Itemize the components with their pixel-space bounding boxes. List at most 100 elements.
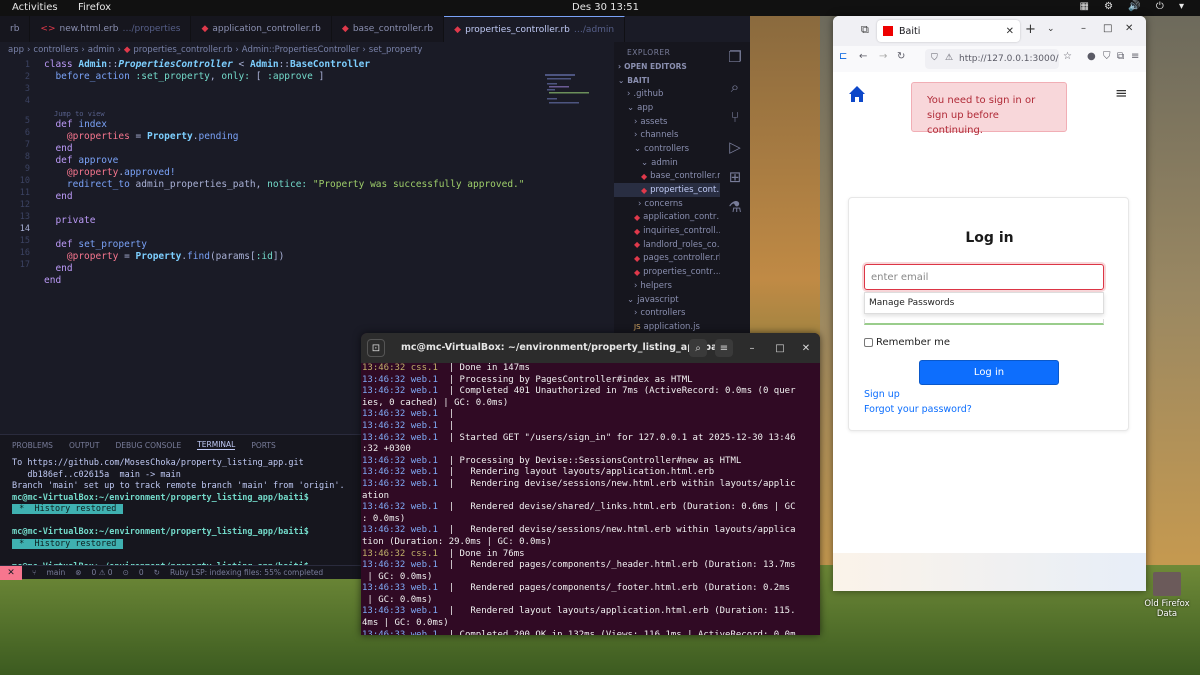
tree-item[interactable]: ⌄ app xyxy=(614,101,720,115)
terminal-output[interactable]: 13:46:32 css.1 | Done in 147ms 13:46:32 w… xyxy=(361,363,820,635)
browser-tab[interactable]: Baiti ✕ xyxy=(877,20,1020,42)
branch-name[interactable]: main xyxy=(47,568,66,577)
terminal-output-line: | GC: 0.0ms) xyxy=(362,595,820,607)
password-field[interactable] xyxy=(864,319,1104,325)
tab-output[interactable]: OUTPUT xyxy=(69,441,100,450)
search-icon[interactable]: ⌕ xyxy=(720,72,750,102)
tab-properties-controller[interactable]: ◆ properties_controller.rb …/admin xyxy=(444,16,626,42)
breadcrumb-item[interactable]: app xyxy=(8,45,24,55)
explorer-header: EXPLORER xyxy=(627,48,671,57)
minimap[interactable] xyxy=(545,74,605,114)
clock[interactable]: Des 30 13:51 xyxy=(572,2,639,13)
url-bar[interactable]: ⛉ ⚠ http://127.0.0.1:3000/ xyxy=(925,49,1059,69)
tree-item[interactable]: › .github xyxy=(614,87,720,101)
tree-item[interactable]: ◆ pages_controller.rb xyxy=(614,252,720,266)
remember-me[interactable]: Remember me xyxy=(864,337,950,348)
tree-item[interactable]: ◆ properties_contr… xyxy=(614,265,720,279)
active-app-label[interactable]: Firefox xyxy=(78,2,111,13)
terminal-output-line: 13:46:32 css.1 | Done in 76ms xyxy=(362,549,820,561)
tab-ports[interactable]: PORTS xyxy=(251,441,275,450)
forward-icon[interactable]: → xyxy=(879,51,887,62)
menu-icon[interactable]: ≡ xyxy=(1131,51,1139,62)
tree-item[interactable]: ◆ inquiries_controll… xyxy=(614,224,720,238)
testing-icon[interactable]: ⚗ xyxy=(720,192,750,222)
terminal-output-line: 13:46:33 web.1 | Rendered layout layouts… xyxy=(362,606,820,618)
tree-item[interactable]: › channels xyxy=(614,128,720,142)
desktop-folder[interactable]: Old Firefox Data xyxy=(1142,572,1192,619)
tree-item[interactable]: › concerns xyxy=(614,197,720,211)
ports-count[interactable]: 0 xyxy=(139,568,144,577)
tab-new-html-erb[interactable]: <> new.html.erb …/properties xyxy=(30,16,192,42)
breadcrumb-item[interactable]: set_property xyxy=(369,45,423,55)
activities-button[interactable]: Activities xyxy=(12,2,58,13)
minimize-icon[interactable]: – xyxy=(743,339,761,357)
new-tab-icon[interactable]: + xyxy=(1025,22,1036,37)
close-icon[interactable]: ✕ xyxy=(797,339,815,357)
extensions-icon[interactable]: ⊞ xyxy=(720,162,750,192)
autocomplete-manage-passwords[interactable]: Manage Passwords xyxy=(864,292,1104,314)
pocket-icon[interactable]: ⛉ xyxy=(1103,51,1111,62)
line-number: 10 xyxy=(19,176,30,186)
tree-item[interactable]: ◆ application_contr… xyxy=(614,211,720,225)
tree-item[interactable]: ◆ base_controller.rb xyxy=(614,170,720,184)
new-tab-icon[interactable]: ⊡ xyxy=(367,339,385,357)
extensions-icon[interactable]: ⧉ xyxy=(1117,51,1124,62)
email-field[interactable]: enter email xyxy=(864,264,1104,290)
login-button[interactable]: Log in xyxy=(919,360,1059,385)
lsp-status[interactable]: Ruby LSP: indexing files: 55% completed xyxy=(170,568,323,577)
ruby-file-icon: ◆ xyxy=(634,253,641,263)
back-icon[interactable]: ← xyxy=(859,51,867,62)
open-editors-section[interactable]: › OPEN EDITORS xyxy=(614,60,720,74)
code-lens-hint[interactable]: Jump to view xyxy=(54,110,105,118)
tree-item[interactable]: ⌄ controllers xyxy=(614,142,720,156)
hamburger-menu-icon[interactable]: ≡ xyxy=(1115,84,1128,102)
breadcrumb-item[interactable]: properties_controller.rb xyxy=(133,45,232,55)
tab-application-controller[interactable]: ◆ application_controller.rb xyxy=(191,16,332,42)
tree-item-selected[interactable]: ◆ properties_cont… xyxy=(614,183,720,197)
source-control-icon[interactable]: ⑂ xyxy=(720,102,750,132)
tab-problems[interactable]: PROBLEMS xyxy=(12,441,53,450)
log-text: ies, 0 cached) | GC: 0.0ms) xyxy=(362,397,509,408)
remember-checkbox[interactable] xyxy=(864,338,873,347)
tree-item[interactable]: ⌄ javascript xyxy=(614,293,720,307)
tab-overview-icon[interactable]: ⧉ xyxy=(861,23,869,37)
project-root[interactable]: ⌄ BAITI xyxy=(614,74,720,88)
menu-icon[interactable]: ≡ xyxy=(715,339,733,357)
tree-item[interactable]: JS application.js xyxy=(614,320,720,334)
close-window-icon[interactable]: ✕ xyxy=(1125,23,1133,34)
terminal-output-line: 13:46:32 web.1 | xyxy=(362,409,820,421)
tree-item[interactable]: › controllers xyxy=(614,306,720,320)
forgot-password-link[interactable]: Forgot your password? xyxy=(864,404,972,415)
minimize-icon[interactable]: – xyxy=(1081,23,1086,34)
line-number: 8 xyxy=(24,152,30,162)
reload-icon[interactable]: ↻ xyxy=(897,51,905,62)
tab-list-icon[interactable]: ⌄ xyxy=(1047,24,1055,34)
signup-link[interactable]: Sign up xyxy=(864,389,900,400)
home-icon[interactable] xyxy=(848,85,866,103)
close-icon[interactable]: ✕ xyxy=(1006,26,1014,37)
tab-debug-console[interactable]: DEBUG CONSOLE xyxy=(116,441,182,450)
tree-item[interactable]: ⌄ admin xyxy=(614,156,720,170)
files-icon[interactable]: ❐ xyxy=(720,42,750,72)
tree-item[interactable]: ◆ landlord_roles_co… xyxy=(614,238,720,252)
maximize-icon[interactable]: □ xyxy=(771,339,789,357)
breadcrumb-item[interactable]: controllers xyxy=(33,45,78,55)
tab-terminal[interactable]: TERMINAL xyxy=(197,440,236,450)
tab-base-controller[interactable]: ◆ base_controller.rb xyxy=(332,16,445,42)
tree-label: admin xyxy=(651,157,678,168)
system-tray-icons[interactable]: ▦ ⚙ 🔊 ⏻ ▾ xyxy=(1079,1,1190,12)
sidebar-icon[interactable]: ⊏ xyxy=(839,51,847,62)
run-debug-icon[interactable]: ▷ xyxy=(720,132,750,162)
problems-count[interactable]: 0 ⚠ 0 xyxy=(92,568,113,577)
maximize-icon[interactable]: □ xyxy=(1103,23,1112,34)
tree-item[interactable]: › helpers xyxy=(614,279,720,293)
breadcrumb-item[interactable]: Admin::PropertiesController xyxy=(242,45,360,55)
login-title: Log in xyxy=(965,230,1014,246)
search-icon[interactable]: ⌕ xyxy=(689,339,707,357)
account-icon[interactable]: ● xyxy=(1087,51,1096,62)
tree-item[interactable]: › assets xyxy=(614,115,720,129)
breadcrumb-item[interactable]: admin xyxy=(88,45,115,55)
tab-rb[interactable]: rb xyxy=(0,16,31,42)
remote-icon[interactable]: ✕ xyxy=(0,565,22,580)
bookmark-star-icon[interactable]: ☆ xyxy=(1063,51,1072,62)
